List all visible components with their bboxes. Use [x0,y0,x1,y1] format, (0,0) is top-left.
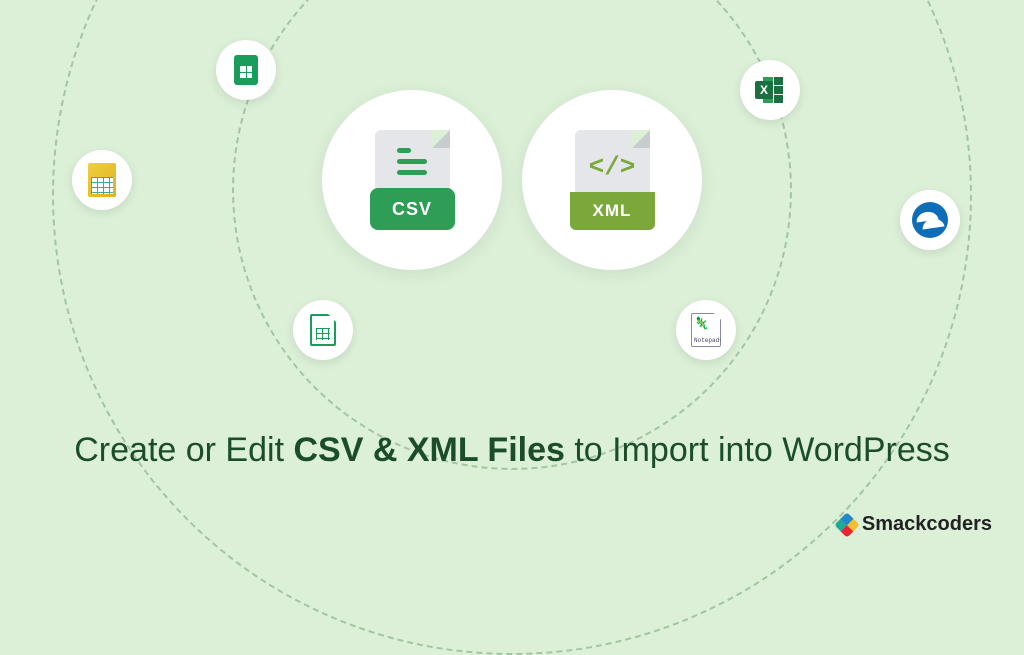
notepad-plus-plus-icon: 🦎 Notepad++ [676,300,736,360]
google-sheets-icon [216,40,276,100]
brand-logo-icon [834,512,859,537]
csv-file-circle: CSV [322,90,502,270]
libreoffice-calc-icon [293,300,353,360]
openoffice-icon [900,190,960,250]
xml-file-icon: </> XML [570,130,655,230]
xml-code-glyph: </> [589,152,636,182]
xml-badge-label: XML [570,192,655,230]
openoffice-calc-icon [72,150,132,210]
microsoft-excel-icon: X [740,60,800,120]
brand-badge: Smackcoders [838,513,992,536]
page-headline: Create or Edit CSV & XML Files to Import… [0,428,1024,474]
headline-prefix: Create or Edit [74,431,293,469]
xml-file-circle: </> XML [522,90,702,270]
notepad-label: Notepad++ [694,337,718,344]
headline-bold: CSV & XML Files [293,431,564,469]
brand-name: Smackcoders [862,513,992,536]
csv-badge-label: CSV [370,188,455,230]
csv-file-icon: CSV [370,130,455,230]
center-icon-group: CSV </> XML [322,90,702,270]
excel-x-label: X [755,81,773,99]
headline-suffix: to Import into WordPress [565,431,950,469]
